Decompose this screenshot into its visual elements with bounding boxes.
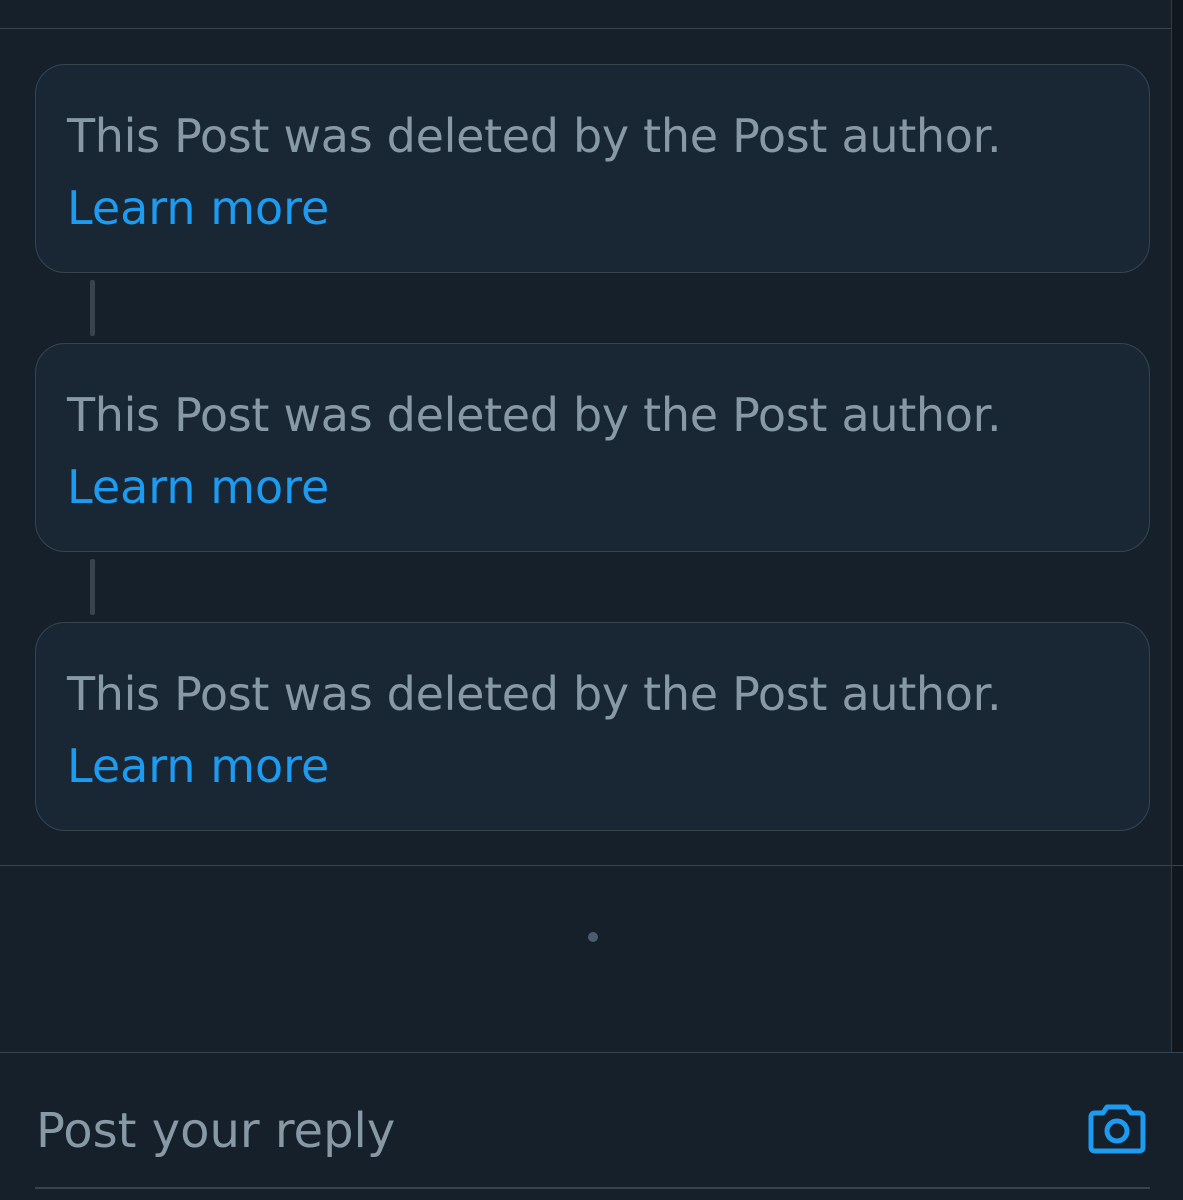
thread-connector-line [90, 280, 95, 336]
reply-input[interactable]: Post your reply [35, 1093, 1150, 1189]
section-divider [0, 865, 1183, 866]
deleted-post-notice: This Post was deleted by the Post author… [35, 622, 1150, 831]
deleted-post-message: This Post was deleted by the Post author… [67, 109, 1002, 163]
loading-indicator-dot [588, 932, 598, 942]
deleted-post-notice: This Post was deleted by the Post author… [35, 343, 1150, 552]
reply-placeholder: Post your reply [36, 1103, 396, 1159]
thread-connector-line [90, 559, 95, 615]
reply-bar: Post your reply [0, 1052, 1183, 1200]
scrollbar[interactable] [1171, 0, 1183, 1052]
learn-more-link[interactable]: Learn more [67, 451, 1119, 523]
deleted-post-message: This Post was deleted by the Post author… [67, 388, 1002, 442]
learn-more-link[interactable]: Learn more [67, 730, 1119, 802]
learn-more-link[interactable]: Learn more [67, 172, 1119, 244]
deleted-post-notice: This Post was deleted by the Post author… [35, 64, 1150, 273]
camera-icon[interactable] [1087, 1101, 1147, 1155]
deleted-post-message: This Post was deleted by the Post author… [67, 667, 1002, 721]
top-divider [0, 28, 1171, 29]
deleted-posts-thread: This Post was deleted by the Post author… [35, 64, 1150, 831]
thread-view: This Post was deleted by the Post author… [0, 0, 1183, 1200]
